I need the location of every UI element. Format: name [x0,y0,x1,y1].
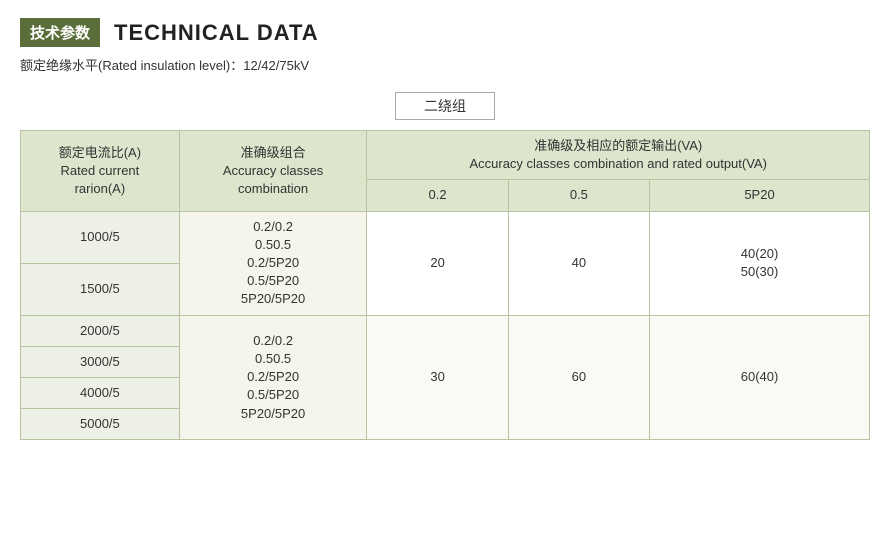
col-ratio-header: 额定电流比(A) Rated current rarion(A) [21,131,180,212]
technical-data-table: 额定电流比(A) Rated current rarion(A) 准确级组合 A… [20,130,870,440]
value-05-a: 40 [508,211,649,315]
page-header: 技术参数 TECHNICAL DATA [20,18,870,47]
value-5p20-a: 40(20) 50(30) [650,211,870,315]
value-02-a: 20 [367,211,508,315]
table-row: 1000/5 [21,211,180,263]
table-row: 5000/5 [21,409,180,440]
table-row: 3000/5 [21,346,180,377]
table-row: 4000/5 [21,377,180,408]
section-label: 二绕组 [395,92,495,120]
table-row: 2000/5 [21,315,180,346]
value-02-b: 30 [367,315,508,440]
combination-cell-a: 0.2/0.2 0.50.5 0.2/5P20 0.5/5P20 5P20/5P… [179,211,367,315]
sub-col-5p20-header: 5P20 [650,180,870,211]
combination-cell-b: 0.2/0.2 0.50.5 0.2/5P20 0.5/5P20 5P20/5P… [179,315,367,440]
section-label-wrap: 二绕组 [20,92,870,120]
subtitle: 额定绝缘水平(Rated insulation level)：12/42/75k… [20,55,870,74]
sub-col-05-header: 0.5 [508,180,649,211]
col-combination-header: 准确级组合 Accuracy classes combination [179,131,367,212]
col-accuracy-group-header: 准确级及相应的额定输出(VA) Accuracy classes combina… [367,131,870,180]
header-title: TECHNICAL DATA [114,20,319,46]
value-05-b: 60 [508,315,649,440]
table-row: 1500/5 [21,263,180,315]
value-5p20-b: 60(40) [650,315,870,440]
sub-col-02-header: 0.2 [367,180,508,211]
header-badge: 技术参数 [20,18,100,47]
